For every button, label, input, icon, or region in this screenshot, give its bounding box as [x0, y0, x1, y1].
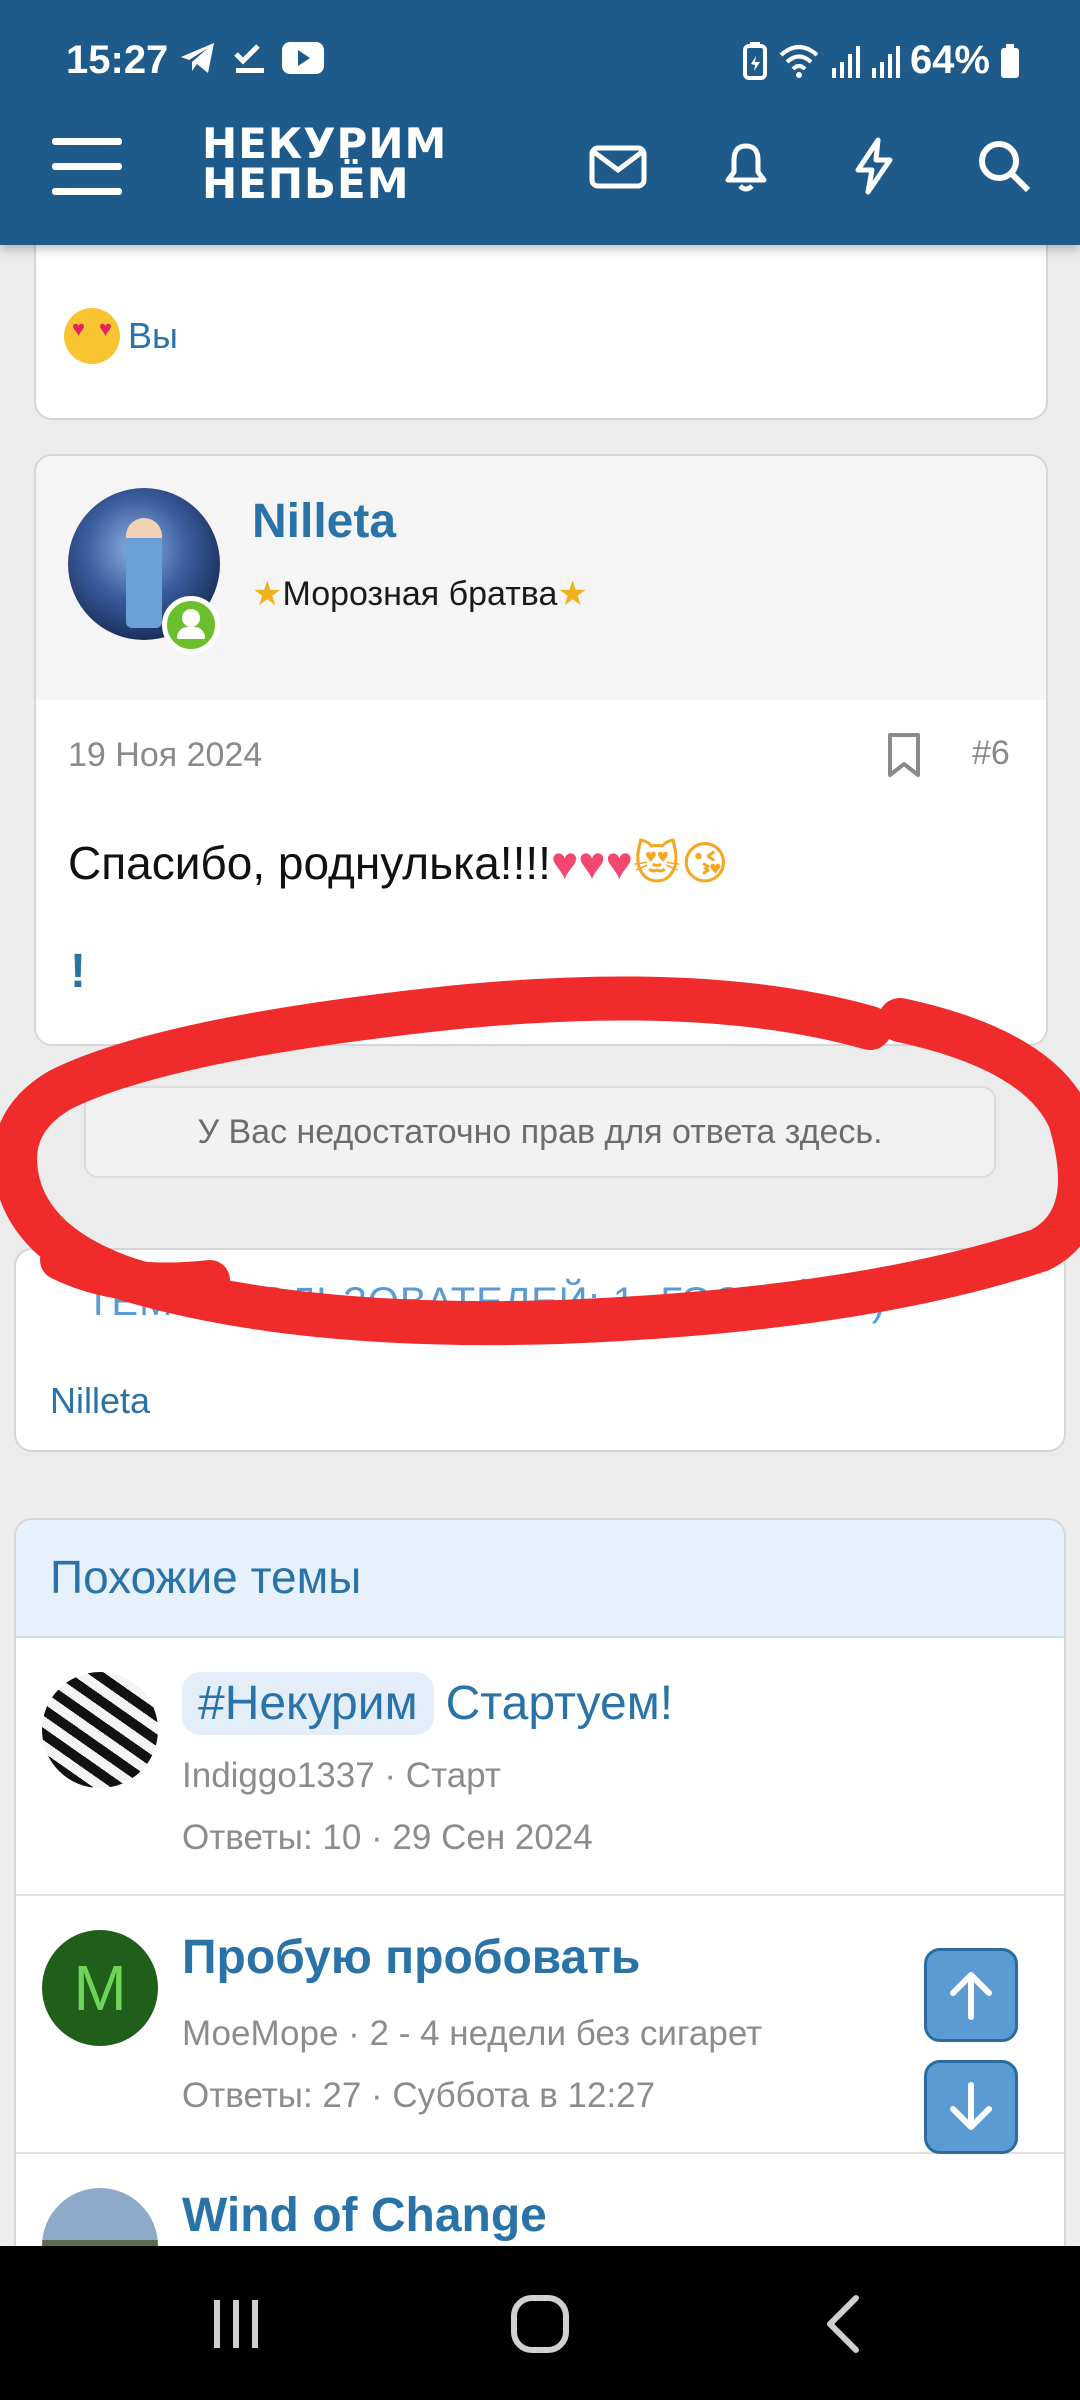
thread-author-forum: Indiggo1337 · Старт	[182, 1756, 501, 1795]
thread-title[interactable]: Wind of Change	[182, 2188, 547, 2243]
wifi-icon	[779, 44, 819, 78]
reaction-label: Вы	[128, 315, 178, 356]
bookmark-icon[interactable]	[884, 732, 924, 778]
system-icons: 64%	[742, 38, 1020, 83]
avatar[interactable]	[42, 1672, 158, 1788]
thread-meta: Ответы: 27 · Суббота в 12:27	[182, 2076, 656, 2115]
notification-icons	[178, 40, 324, 76]
youtube-icon	[282, 42, 324, 74]
user-title-text: Морозная братва	[282, 575, 558, 613]
home-icon[interactable]	[508, 2292, 572, 2356]
post-username[interactable]: Nilleta	[252, 494, 396, 549]
thread-title-text: Стартуем!	[445, 1677, 674, 1730]
post-author-block: Nilleta ★Морозная братва★	[36, 456, 1046, 700]
arrow-up-icon	[950, 1972, 992, 2020]
post-number[interactable]: #6	[972, 734, 1010, 773]
online-status-icon	[162, 596, 220, 654]
report-indicator[interactable]: !	[70, 944, 86, 999]
thread-title[interactable]: #Некурим Стартуем!	[182, 1672, 673, 1735]
scroll-down-button[interactable]	[924, 2060, 1018, 2154]
checklist-icon	[234, 44, 264, 73]
lightning-icon[interactable]	[842, 134, 906, 198]
post-date[interactable]: 19 Ноя 2024	[68, 736, 262, 775]
no-permission-notice: У Вас недостаточно прав для ответа здесь…	[84, 1086, 996, 1178]
menu-icon[interactable]	[52, 138, 122, 200]
top-bar: 15:27 64% НЕКУРИМ НЕПЬЁМ	[0, 0, 1080, 245]
back-icon[interactable]	[818, 2292, 868, 2356]
heart-eyes-emoji-icon	[64, 308, 120, 364]
thread-users-title: ТЕМЕ (ПОЛЬЗОВАТЕЛЕЙ: 1, ГОСТЕЙ: 0)	[86, 1280, 886, 1324]
signal-icon-2	[871, 45, 900, 78]
post: Nilleta ★Морозная братва★ 19 Ноя 2024 #6…	[34, 454, 1048, 1046]
scroll-up-button[interactable]	[924, 1948, 1018, 2042]
hearts-emoji-icon: ♥♥♥	[550, 837, 633, 889]
thread-title[interactable]: Пробую пробовать	[182, 1930, 640, 1985]
status-time: 15:27	[66, 38, 169, 82]
arrow-down-icon	[950, 2082, 992, 2130]
thread-user-link[interactable]: Nilleta	[50, 1380, 150, 1422]
site-header: НЕКУРИМ НЕПЬЁМ	[0, 120, 1080, 245]
mail-icon[interactable]	[586, 134, 650, 198]
star-icon: ★	[252, 575, 283, 613]
search-icon[interactable]	[972, 134, 1036, 198]
status-bar: 15:27 64%	[0, 0, 1080, 120]
site-logo[interactable]: НЕКУРИМ НЕПЬЁМ	[202, 119, 448, 208]
similar-threads-heading: Похожие темы	[50, 1551, 362, 1603]
reaction-summary[interactable]: Вы	[64, 308, 178, 364]
similar-threads-header: Похожие темы	[16, 1520, 1064, 1638]
battery-percent: 64%	[909, 38, 990, 82]
thread-author-forum: МоеМоре · 2 - 4 недели без сигарет	[182, 2014, 763, 2053]
bell-icon[interactable]	[714, 134, 778, 198]
star-icon: ★	[557, 575, 588, 613]
telegram-icon	[181, 43, 214, 73]
system-navigation-bar	[0, 2246, 1080, 2400]
post-text: Спасибо, роднулька!!!!	[68, 837, 551, 889]
data-saver-icon	[742, 41, 767, 80]
thread-tag[interactable]: #Некурим	[182, 1672, 434, 1735]
battery-icon	[1001, 43, 1019, 78]
logo-line-2: НЕПЬЁМ	[202, 159, 410, 208]
thread-meta: Ответы: 10 · 29 Сен 2024	[182, 1818, 593, 1857]
recent-apps-icon[interactable]	[206, 2296, 266, 2352]
user-title: ★Морозная братва★	[252, 574, 588, 614]
kiss-emoji-icon: 😘	[680, 837, 729, 889]
post-body: Спасибо, роднулька!!!!♥♥♥😻😘	[68, 836, 729, 890]
cat-heart-eyes-emoji-icon: 😻	[632, 837, 681, 889]
thread-users-block: ТЕМЕ (ПОЛЬЗОВАТЕЛЕЙ: 1, ГОСТЕЙ: 0) Nille…	[14, 1248, 1066, 1452]
signal-icon-1	[831, 45, 860, 78]
list-item[interactable]: #Некурим Стартуем! Indiggo1337 · Старт От…	[16, 1638, 1064, 1896]
logo-line-1: НЕКУРИМ	[202, 119, 448, 168]
list-item[interactable]: M Пробую пробовать МоеМоре · 2 - 4 недел…	[16, 1896, 1064, 2154]
avatar[interactable]: M	[42, 1930, 158, 2046]
